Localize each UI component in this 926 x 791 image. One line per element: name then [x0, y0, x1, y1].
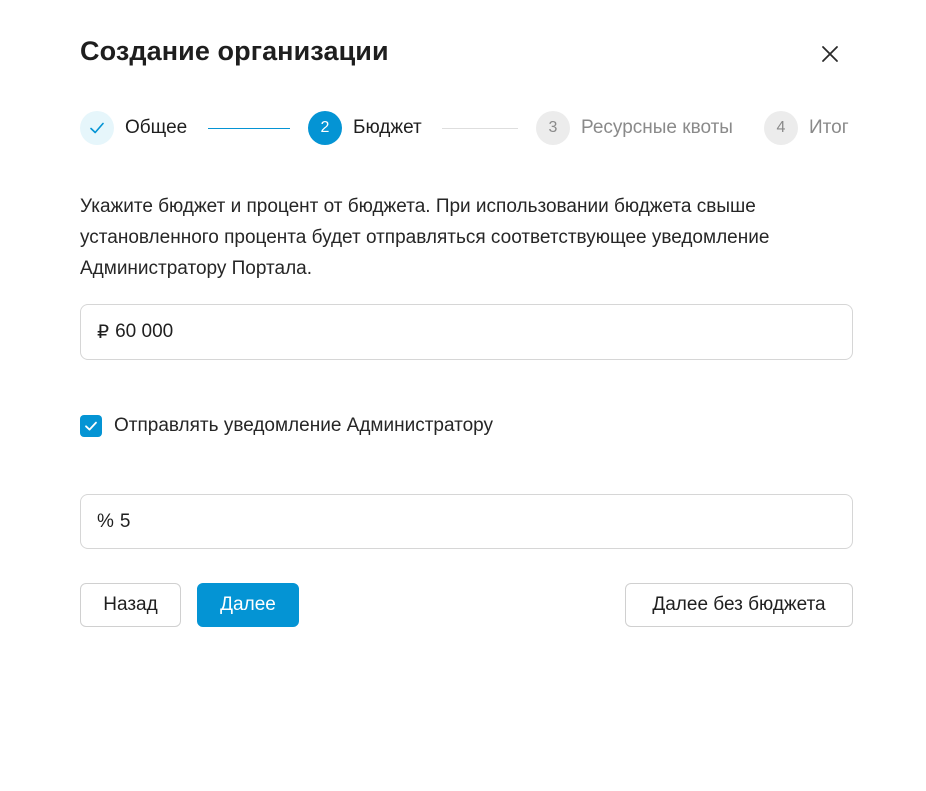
step-summary[interactable]: 4 Итог [764, 111, 849, 145]
step-connector [442, 128, 518, 129]
step-general[interactable]: Общее [80, 111, 187, 145]
notify-admin-checkbox[interactable]: Отправлять уведомление Администратору [80, 414, 493, 438]
close-icon [822, 46, 838, 62]
step-connector [208, 128, 290, 129]
step-general-indicator [80, 111, 114, 145]
currency-prefix: ₽ [97, 321, 110, 343]
percent-value: 5 [119, 510, 131, 532]
step-summary-label: Итог [809, 117, 849, 138]
check-icon [90, 122, 104, 134]
step-resource-quotas[interactable]: 3 Ресурсные квоты [536, 111, 733, 145]
budget-input[interactable]: ₽ 60 000 [80, 304, 853, 360]
checkbox-checked[interactable] [80, 415, 102, 437]
step-summary-number: 4 [764, 111, 798, 145]
step-general-label: Общее [125, 117, 188, 138]
step-resource-quotas-label: Ресурсные квоты [581, 117, 733, 138]
budget-value: 60 000 [115, 321, 174, 342]
step-budget-label: Бюджет [353, 117, 422, 138]
check-icon [85, 421, 97, 431]
step-budget[interactable]: 2 Бюджет [308, 111, 422, 145]
stepper: Общее 2 Бюджет 3 Ресурсные квоты 4 Итог [80, 111, 860, 145]
create-organization-dialog: Создание организации Общее 2 Бюджет 3 Ре… [0, 0, 926, 791]
next-without-budget-button[interactable]: Далее без бюджета [625, 583, 853, 627]
percent-input[interactable]: % 5 [80, 494, 853, 549]
budget-description: Укажите бюджет и процент от бюджета. При… [80, 196, 770, 279]
next-button[interactable]: Далее [197, 583, 299, 627]
step-resource-quotas-number: 3 [536, 111, 570, 145]
close-button[interactable] [816, 40, 844, 68]
step-budget-number: 2 [308, 111, 342, 145]
percent-prefix: % [97, 510, 114, 532]
back-button[interactable]: Назад [80, 583, 181, 627]
notify-admin-label: Отправлять уведомление Администратору [114, 415, 494, 436]
dialog-title: Создание организации [80, 36, 389, 66]
